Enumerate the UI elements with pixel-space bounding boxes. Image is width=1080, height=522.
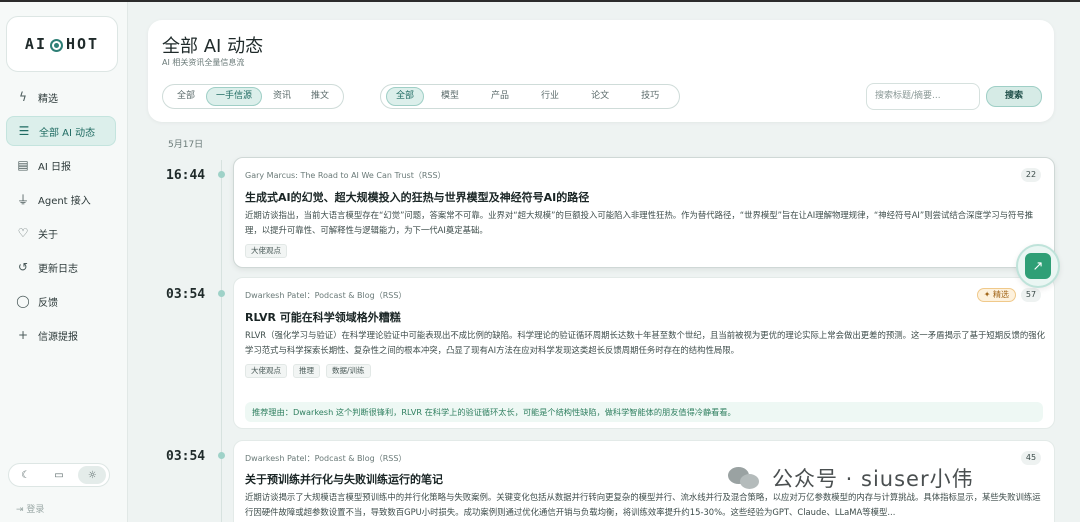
item-time: 03:54 <box>166 287 206 302</box>
featured-badge: ✦ 精选 <box>976 288 1016 302</box>
sidebar: AI HOT ϟ 精选 ☰ 全部 AI 动态 ▤ AI 日报 ⏚ Agent 接… <box>0 2 128 522</box>
card-tags: 大佬观点 推理 数据/训练 <box>245 364 377 378</box>
login-icon: ⇥ <box>16 505 27 515</box>
score-badge: 45 <box>1021 451 1041 465</box>
source-filter-tweets[interactable]: 推文 <box>302 87 338 106</box>
logo-text-hot: HOT <box>65 35 100 53</box>
page-subtitle: AI 相关资讯全量信息流 <box>162 58 245 67</box>
source-filter-all[interactable]: 全部 <box>168 87 204 106</box>
source-filter-group: 全部 一手信源 资讯 推文 <box>162 84 345 109</box>
category-filter-model[interactable]: 模型 <box>426 87 474 106</box>
logo-ring-icon <box>49 38 63 52</box>
moon-icon[interactable]: ☾ <box>12 466 40 484</box>
card-source: Gary Marcus: The Road to AI We Can Trust… <box>245 171 446 180</box>
sidebar-item-label: 反馈 <box>38 297 58 309</box>
timeline-line <box>221 160 222 522</box>
category-filter-group: 全部 模型 产品 行业 论文 技巧 <box>380 84 681 109</box>
card-summary: RLVR（强化学习与验证）在科学理论验证中可能表现出不成比例的缺陷。科学理论的验… <box>245 330 1045 355</box>
sidebar-item-changelog[interactable]: ↺ 更新日志 <box>6 252 116 282</box>
tag[interactable]: 大佬观点 <box>245 364 287 378</box>
card-title[interactable]: 关于预训练并行化与失败训练运行的笔记 <box>245 471 443 487</box>
category-filter-tips[interactable]: 技巧 <box>626 87 674 106</box>
sidebar-item-label: 更新日志 <box>38 263 78 275</box>
card-title[interactable]: 生成式AI的幻觉、超大规模投入的狂热与世界模型及神经符号AI的路径 <box>245 189 589 205</box>
login-label: 登录 <box>26 505 45 515</box>
page-header: 全部 AI 动态 AI 相关资讯全量信息流 全部 一手信源 资讯 推文 全部 模… <box>148 20 1054 122</box>
search-button[interactable]: 搜索 <box>986 86 1042 107</box>
card-source: Dwarkesh Patel：Podcast & Blog（RSS） <box>245 454 407 463</box>
plus-icon: + <box>17 328 29 342</box>
recommendation-reason: 推荐理由：Dwarkesh 这个判断很锋利，RLVR 在科学上的验证循环太长，可… <box>245 402 1043 422</box>
wechat-icon <box>728 465 762 491</box>
timeline-dot <box>218 171 225 178</box>
watermark: 公众号 · siuser小伟 <box>728 458 974 498</box>
plug-icon: ⏚ <box>16 192 29 207</box>
document-icon: ▤ <box>17 158 29 172</box>
category-filter-paper[interactable]: 论文 <box>576 87 624 106</box>
category-filter-product[interactable]: 产品 <box>476 87 524 106</box>
category-filter-industry[interactable]: 行业 <box>526 87 574 106</box>
sidebar-item-feedback[interactable]: ◯ 反馈 <box>6 286 116 316</box>
timeline-dot <box>218 290 225 297</box>
feed-date: 5月17日 <box>168 140 204 150</box>
sidebar-item-label: 信源提报 <box>38 331 78 343</box>
score-badge: 57 <box>1021 288 1041 302</box>
tag[interactable]: 大佬观点 <box>245 244 287 258</box>
heart-icon: ♡ <box>17 226 29 240</box>
sidebar-item-ai-daily[interactable]: ▤ AI 日报 <box>6 150 116 180</box>
card-title[interactable]: RLVR 可能在科学领域格外糟糕 <box>245 309 401 325</box>
sidebar-item-submit-source[interactable]: + 信源提报 <box>6 320 116 350</box>
theme-toggle: ☾ ▭ ☼ <box>8 463 110 487</box>
source-filter-primary[interactable]: 一手信源 <box>206 87 263 106</box>
tag[interactable]: 推理 <box>293 364 320 378</box>
sidebar-item-label: 关于 <box>38 229 58 241</box>
chat-icon: ◯ <box>16 294 30 308</box>
sidebar-item-label: Agent 接入 <box>38 195 91 207</box>
card-source: Dwarkesh Patel：Podcast & Blog（RSS） <box>245 291 407 300</box>
feed-card[interactable]: Gary Marcus: The Road to AI We Can Trust… <box>233 157 1055 268</box>
list-icon: ☰ <box>18 124 30 138</box>
history-icon: ↺ <box>17 260 29 274</box>
lightning-icon: ϟ <box>19 90 27 104</box>
window-top-border <box>0 0 1080 2</box>
monitor-icon[interactable]: ▭ <box>45 466 73 484</box>
search-input[interactable]: 搜索标题/摘要... <box>866 83 980 110</box>
card-tags: 大佬观点 <box>245 244 293 258</box>
timeline-dot <box>218 452 225 459</box>
tag[interactable]: 数据/训练 <box>326 364 371 378</box>
score-badge: 22 <box>1021 168 1041 182</box>
feed-card[interactable]: Dwarkesh Patel：Podcast & Blog（RSS） ✦ 精选 … <box>233 277 1055 429</box>
sidebar-item-all-ai-news[interactable]: ☰ 全部 AI 动态 <box>6 116 116 146</box>
source-filter-news[interactable]: 资讯 <box>264 87 300 106</box>
item-time: 16:44 <box>166 168 206 183</box>
login-link[interactable]: ⇥ 登录 <box>16 502 44 515</box>
sidebar-item-label: 全部 AI 动态 <box>39 127 96 139</box>
card-summary: 近期访谈指出，当前大语言模型存在“幻觉”问题，答案常不可靠。业界对“超大规模”的… <box>245 210 1034 235</box>
app-logo[interactable]: AI HOT <box>6 16 118 72</box>
category-filter-all[interactable]: 全部 <box>386 87 425 106</box>
sidebar-item-agent[interactable]: ⏚ Agent 接入 <box>6 184 116 214</box>
sidebar-item-featured[interactable]: ϟ 精选 <box>6 82 116 112</box>
sidebar-nav: ϟ 精选 ☰ 全部 AI 动态 ▤ AI 日报 ⏚ Agent 接入 ♡ 关于 … <box>6 82 116 354</box>
sidebar-item-label: 精选 <box>38 93 58 105</box>
logo-text-ai: AI <box>24 35 47 53</box>
sidebar-item-about[interactable]: ♡ 关于 <box>6 218 116 248</box>
share-button[interactable]: ↗ <box>1016 244 1060 288</box>
sun-icon[interactable]: ☼ <box>78 466 107 484</box>
item-time: 03:54 <box>166 449 206 464</box>
export-icon: ↗ <box>1025 253 1051 279</box>
page-title: 全部 AI 动态 <box>162 36 264 57</box>
sidebar-item-label: AI 日报 <box>38 161 71 173</box>
watermark-text: 公众号 · siuser小伟 <box>772 467 974 491</box>
